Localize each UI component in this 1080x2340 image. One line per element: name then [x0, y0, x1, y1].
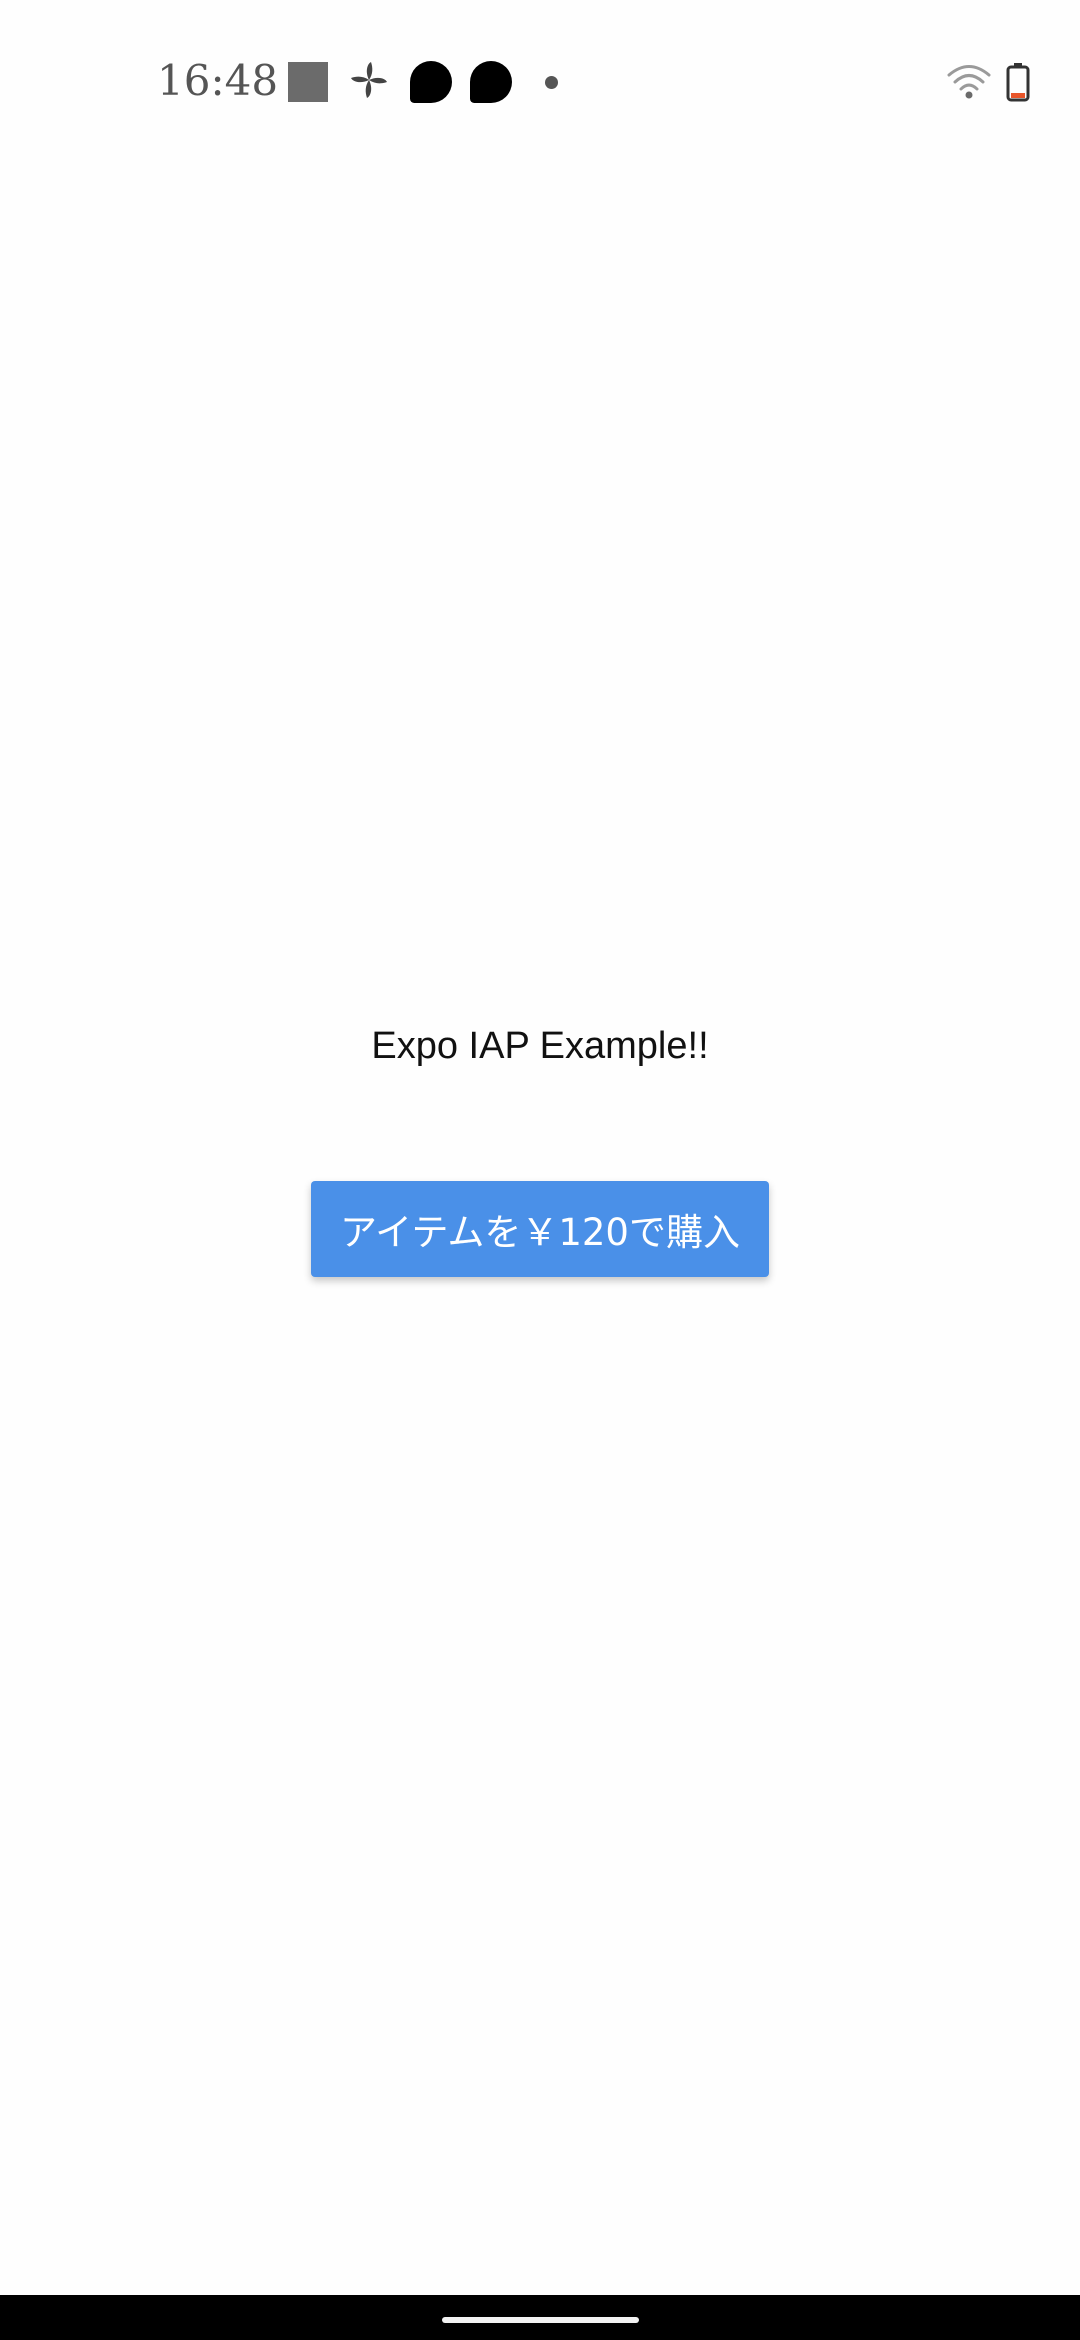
wifi-icon: [946, 62, 992, 102]
status-time: 16:48: [157, 56, 279, 105]
app-screen: 16:48 Expo IAP Example!! アイテムを￥120で購入: [0, 0, 1080, 2340]
battery-icon: [1006, 62, 1030, 102]
navigation-bar: [0, 2295, 1080, 2340]
square-icon: [288, 62, 328, 102]
home-handle-icon[interactable]: [442, 2317, 639, 2323]
status-bar: 16:48: [0, 0, 1080, 165]
buy-item-button[interactable]: アイテムを￥120で購入: [311, 1181, 769, 1277]
blob-icon: [470, 61, 512, 103]
buy-item-button-label: アイテムを￥120で購入: [340, 1211, 740, 1254]
battery-level-fill: [1011, 93, 1025, 98]
page-title: Expo IAP Example!!: [371, 1025, 709, 1067]
blob-icon: [410, 61, 452, 103]
dot-icon: [545, 76, 558, 89]
pinwheel-icon: [349, 60, 389, 100]
